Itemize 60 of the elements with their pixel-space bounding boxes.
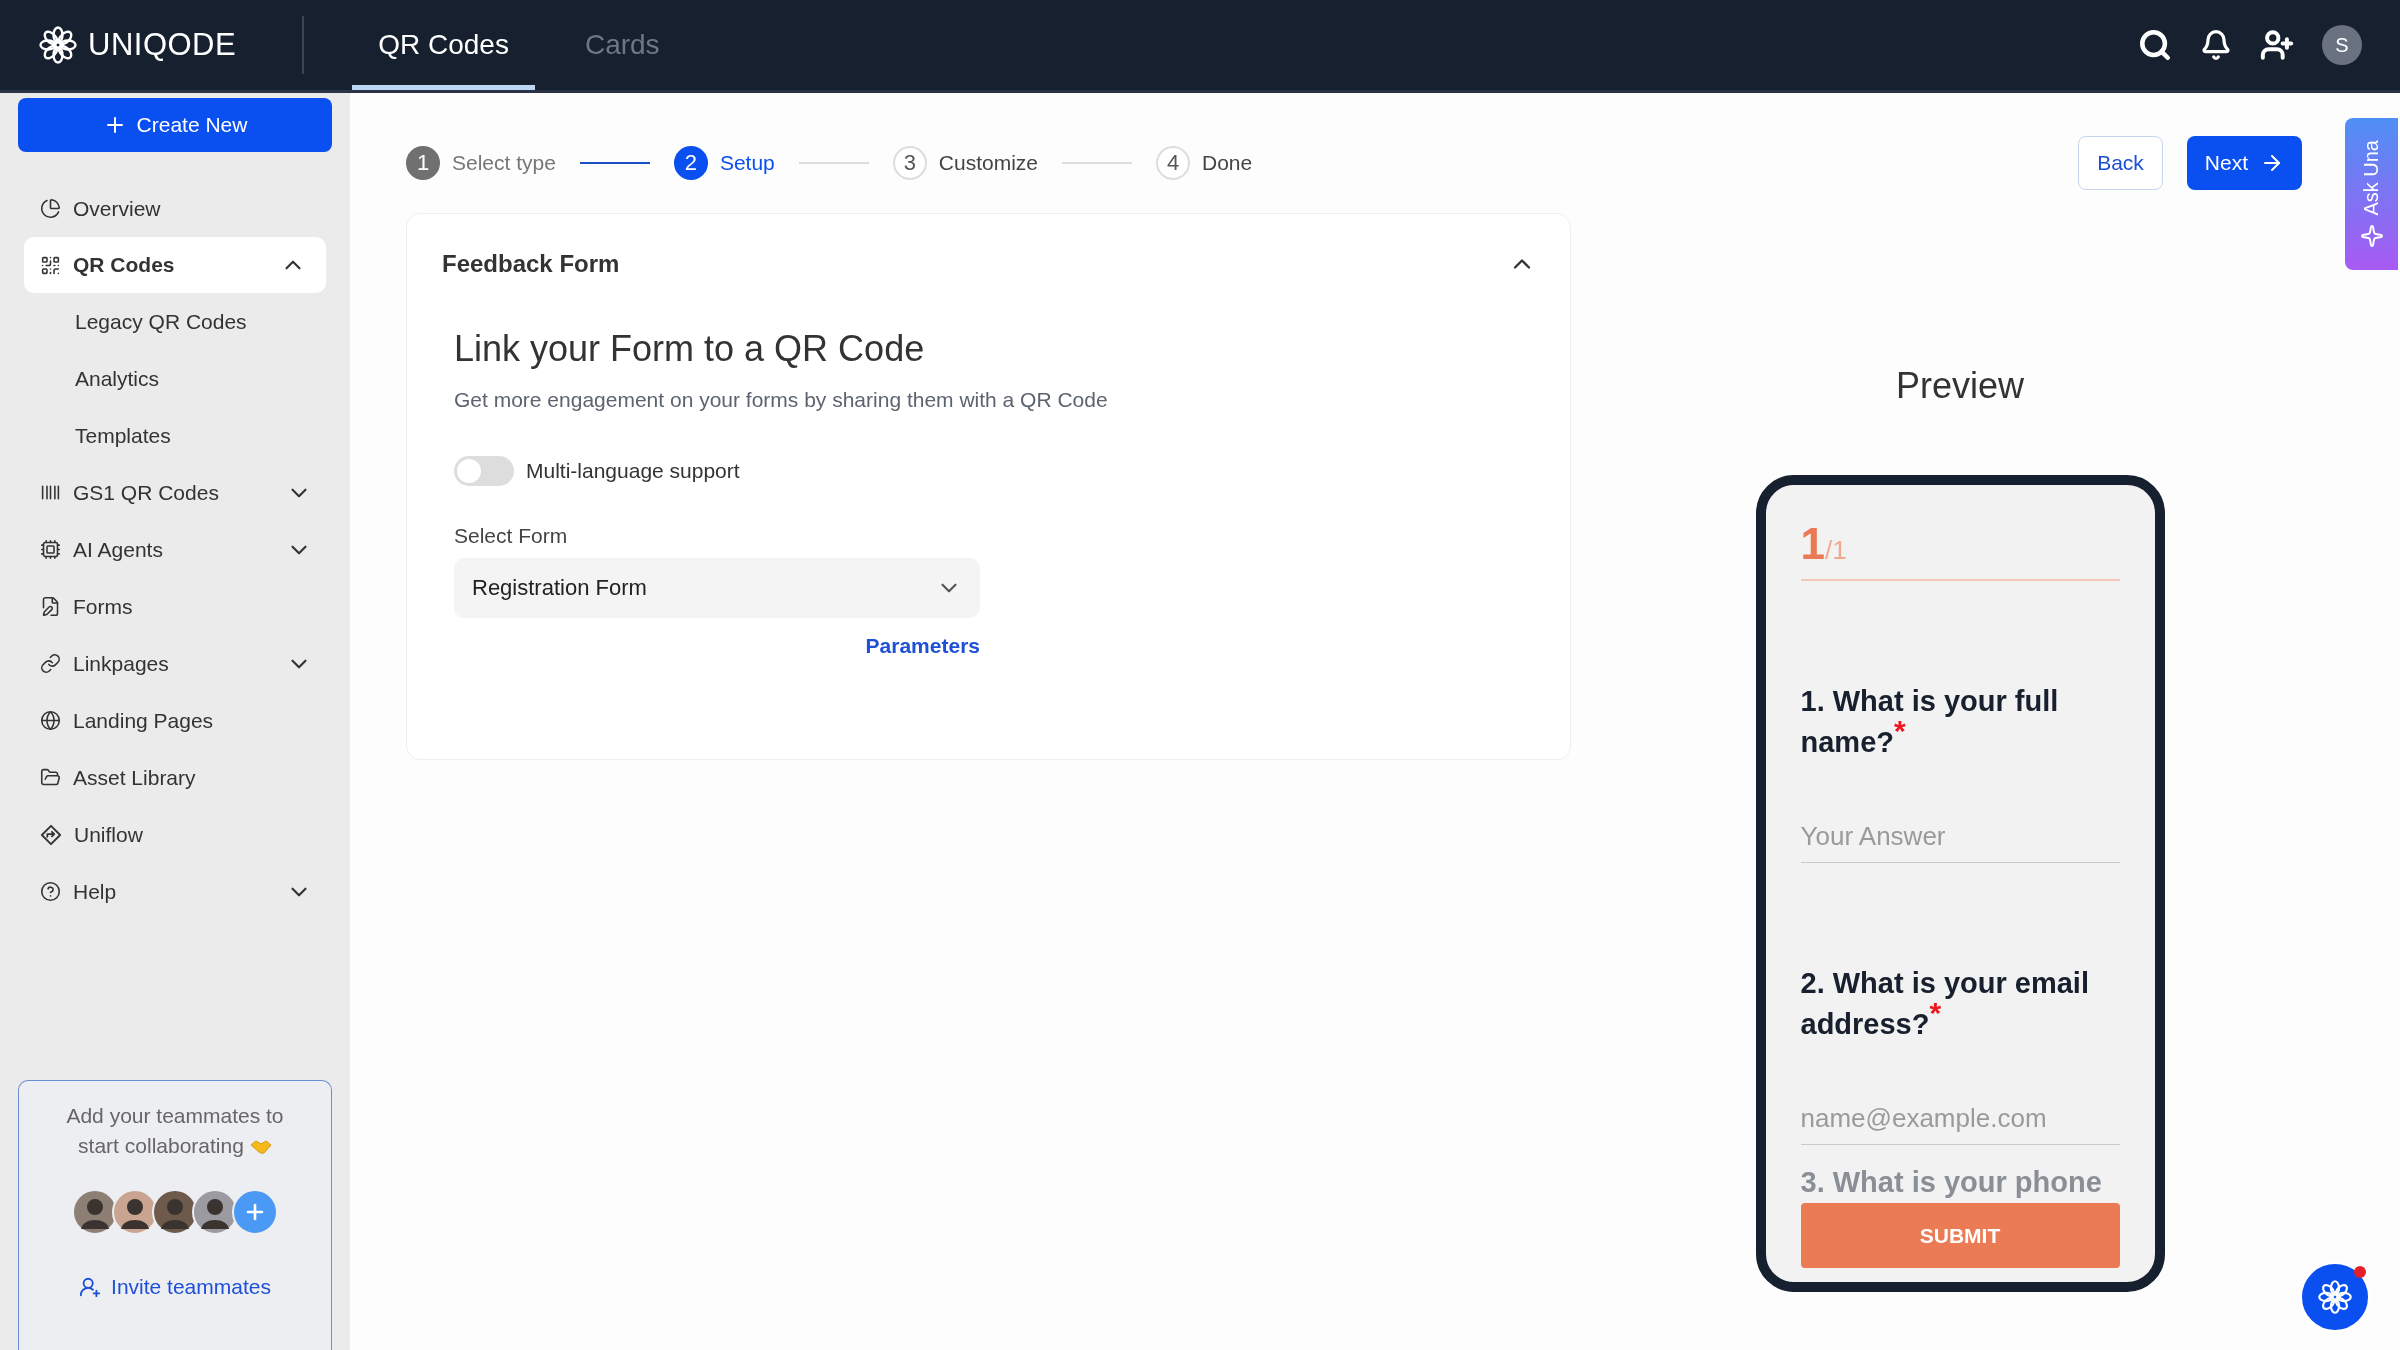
header-tab[interactable]: Cards [558,0,686,90]
sidebar-item[interactable]: Landing Pages [18,692,332,749]
step-label: Customize [938,151,1038,175]
sidebar-item[interactable]: GS1 QR Codes [18,464,332,521]
invite-teammates-link[interactable]: Invite teammates [79,1275,271,1299]
step-number: 2 [673,146,708,180]
flower-icon [2317,1279,2353,1315]
handshake-icon [249,1139,272,1156]
qr-code-icon [40,254,61,276]
step-label: Select type [452,151,556,175]
step-number: 4 [1156,146,1190,180]
invite-message: Add your teammates to start collaborating [65,1103,285,1159]
ask-una-tab[interactable]: Ask Una [2345,118,2398,270]
step-label: Setup [719,151,775,175]
search-icon[interactable] [2138,28,2172,62]
help-icon [40,881,61,902]
step-label: Done [1202,151,1253,175]
diamond-arrow-icon [40,823,62,846]
folder-icon [40,767,61,788]
sidebar-item[interactable]: Linkpages [18,635,332,692]
faded-question: 3. What is your phone [1800,1166,2103,1199]
header-tab[interactable]: QR Codes [352,0,535,90]
chip-icon [40,539,61,560]
section-description: Get more engagement on your forms by sharing them with a QR Code [454,388,1109,412]
bell-icon[interactable] [2200,29,2232,61]
file-pen-icon [40,596,61,617]
sidebar-subitem[interactable]: Analytics [18,350,332,407]
logo-icon [38,25,78,65]
preview-title: Preview [1895,365,2024,407]
link-icon [40,653,61,674]
sidebar-subitem[interactable]: Templates [18,407,332,464]
parameters-link[interactable]: Parameters [454,634,980,658]
toggle-switch[interactable] [454,456,514,486]
add-user-icon [79,1276,102,1298]
add-user-icon[interactable] [2260,28,2294,62]
sidebar-item[interactable]: Overview [18,180,332,237]
sidebar-item[interactable]: Help [18,863,332,920]
field-label: Select Form [454,524,569,548]
sidebar-item[interactable]: Uniflow [18,806,332,863]
sidebar-item[interactable]: Forms [18,578,332,635]
brand-name: UNIQODE [88,27,237,63]
form-dropdown[interactable]: Registration Form [454,558,980,618]
toggle-label: Multi-language support [526,459,740,483]
step-number: 3 [892,146,927,180]
notification-dot [2354,1266,2366,1278]
sidebar-subitem[interactable]: Legacy QR Codes [18,293,332,350]
section-heading: Link your Form to a QR Code [454,328,926,370]
create-new-button[interactable]: Create New [18,98,332,152]
user-avatar[interactable]: S [2322,25,2362,65]
next-button[interactable]: Next [2186,136,2302,190]
step-number: 1 [406,146,440,180]
sidebar-item[interactable]: Asset Library [18,749,332,806]
pie-chart-icon [40,198,61,219]
back-button[interactable]: Back [2078,136,2163,190]
globe-icon [40,710,61,731]
sparkle-icon [2359,223,2384,248]
page-counter: 1/1 [1800,519,2120,581]
sidebar-item[interactable]: AI Agents [18,521,332,578]
card-title: Feedback Form [442,250,620,278]
sidebar-item[interactable]: QR Codes [24,237,326,293]
